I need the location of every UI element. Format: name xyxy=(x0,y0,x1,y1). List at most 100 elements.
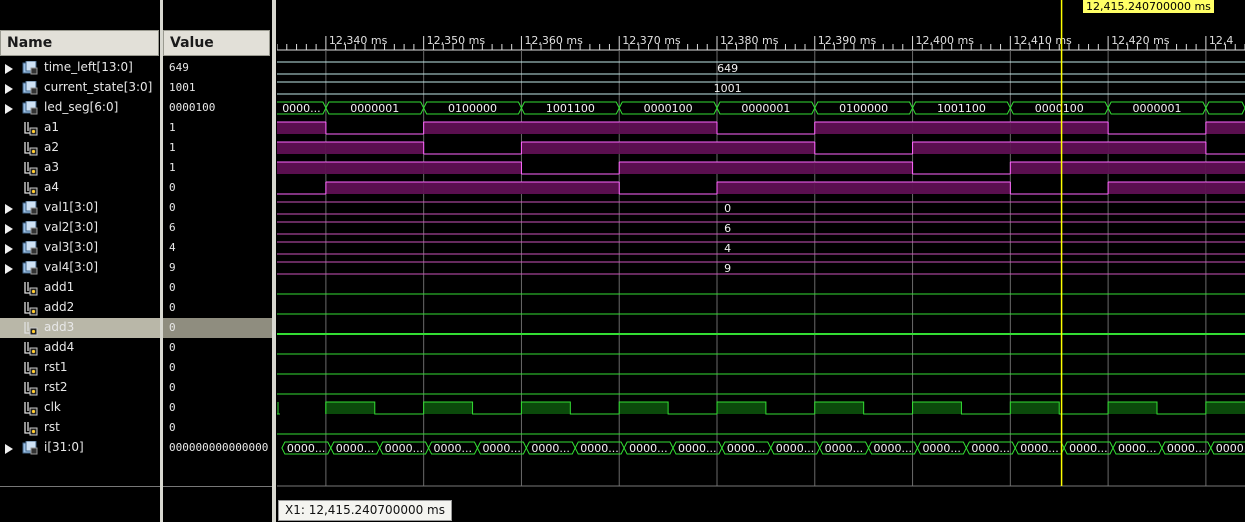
signal-value-text: 649 xyxy=(169,61,189,74)
signal-value-text: 0 xyxy=(169,201,176,214)
signal-value-text: 1 xyxy=(169,121,176,134)
bus-segment-label: 0000... xyxy=(971,442,1009,455)
bus-signal-icon xyxy=(22,241,38,255)
signal-row[interactable]: clk xyxy=(0,398,161,418)
signal-value-row[interactable]: 4 xyxy=(163,238,272,258)
signal-value-row[interactable]: 0 xyxy=(163,358,272,378)
signal-value-row[interactable]: 000000000000000 xyxy=(163,438,272,458)
signal-row[interactable]: a2 xyxy=(0,138,161,158)
time-tick-label: 12,370 ms xyxy=(622,34,681,47)
signal-value-row[interactable]: 1 xyxy=(163,118,272,138)
cursor-status-readout: X1: 12,415.240700000 ms xyxy=(278,500,452,521)
signal-row[interactable]: add4 xyxy=(0,338,161,358)
signal-value-row[interactable]: 1 xyxy=(163,158,272,178)
signal-name-label: val3[3:0] xyxy=(44,240,99,254)
bit-signal-icon xyxy=(24,162,38,176)
expand-arrow-icon[interactable] xyxy=(5,224,13,234)
signal-name-label: add2 xyxy=(44,300,75,314)
waveform-area[interactable]: 12,340 ms 12,350 ms 12,360 ms 12,370 ms 12,3… xyxy=(277,0,1245,522)
high-level-fill xyxy=(1108,162,1206,174)
signal-row[interactable]: add2 xyxy=(0,298,161,318)
signal-value-row[interactable]: 0 xyxy=(163,418,272,438)
high-level-fill xyxy=(1010,162,1109,174)
high-level-fill xyxy=(1108,142,1206,154)
value-column-header[interactable]: Value xyxy=(163,30,270,56)
high-level-fill xyxy=(521,182,620,194)
bus-value-label: 4 xyxy=(724,242,731,255)
signal-row[interactable]: add1 xyxy=(0,278,161,298)
signal-value-text: 0000100 xyxy=(169,101,216,114)
signal-row[interactable]: a3 xyxy=(0,158,161,178)
signal-row[interactable]: time_left[13:0] xyxy=(0,58,161,78)
signal-value-row[interactable]: 0 xyxy=(163,318,272,338)
signal-value-row[interactable]: 0 xyxy=(163,338,272,358)
signal-row[interactable]: rst1 xyxy=(0,358,161,378)
signal-row[interactable]: i[31:0] xyxy=(0,438,161,458)
signal-row[interactable]: val3[3:0] xyxy=(0,238,161,258)
bus-segment-label: 0000... xyxy=(287,442,325,455)
bus-signal-icon xyxy=(22,221,38,235)
high-level-fill xyxy=(717,162,815,174)
bus-segment-label: 0000... xyxy=(825,442,863,455)
high-level-fill xyxy=(423,182,522,194)
expand-arrow-icon[interactable] xyxy=(5,204,13,214)
high-level-fill xyxy=(912,122,1011,134)
signal-name-label: a3 xyxy=(44,160,59,174)
expand-arrow-icon[interactable] xyxy=(5,444,13,454)
bus-signal-icon xyxy=(22,61,38,75)
signal-name-label: add3 xyxy=(44,320,75,334)
clk-high-fill xyxy=(912,402,962,414)
signal-name-label: a4 xyxy=(44,180,59,194)
signal-row[interactable]: val2[3:0] xyxy=(0,218,161,238)
column-splitter-2[interactable] xyxy=(272,0,276,522)
bit-signal-icon xyxy=(24,302,38,316)
bus-segment-label: 0000001 xyxy=(350,102,399,115)
signal-value-row[interactable]: 0 xyxy=(163,398,272,418)
expand-arrow-icon[interactable] xyxy=(5,104,13,114)
signal-value-row[interactable]: 9 xyxy=(163,258,272,278)
signal-row[interactable]: rst xyxy=(0,418,161,438)
bus-segment-label: 0000... xyxy=(531,442,569,455)
signal-row[interactable]: val4[3:0] xyxy=(0,258,161,278)
signal-value-row[interactable]: 0 xyxy=(163,298,272,318)
bit-signal-icon xyxy=(24,322,38,336)
signal-row[interactable]: a1 xyxy=(0,118,161,138)
signal-row[interactable]: val1[3:0] xyxy=(0,198,161,218)
high-level-fill xyxy=(1010,122,1109,134)
cursor-time-label[interactable]: 12,415.240700000 ms xyxy=(1083,0,1214,13)
expand-arrow-icon[interactable] xyxy=(5,244,13,254)
signal-value-text: 1001 xyxy=(169,81,196,94)
name-column-bottom-divider xyxy=(0,486,161,487)
signal-row[interactable]: led_seg[6:0] xyxy=(0,98,161,118)
bit-signal-icon xyxy=(24,122,38,136)
expand-arrow-icon[interactable] xyxy=(5,264,13,274)
signal-row[interactable]: a4 xyxy=(0,178,161,198)
name-column-header[interactable]: Name xyxy=(0,30,159,56)
signal-value-row[interactable]: 0 xyxy=(163,378,272,398)
high-level-fill xyxy=(325,162,424,174)
bit-signal-icon xyxy=(24,362,38,376)
signal-value-text: 0 xyxy=(169,341,176,354)
high-level-fill xyxy=(1108,182,1206,194)
high-level-fill xyxy=(423,122,522,134)
signal-value-row[interactable]: 0000100 xyxy=(163,98,272,118)
bus-segment-label: 0000... xyxy=(1069,442,1107,455)
bus-signal-icon xyxy=(22,201,38,215)
signal-value-row[interactable]: 0 xyxy=(163,198,272,218)
signal-name-label: led_seg[6:0] xyxy=(44,100,119,114)
expand-arrow-icon[interactable] xyxy=(5,64,13,74)
signal-row[interactable]: rst2 xyxy=(0,378,161,398)
signal-row[interactable]: current_state[3:0] xyxy=(0,78,161,98)
signal-value-row[interactable]: 1 xyxy=(163,138,272,158)
signal-value-row[interactable]: 6 xyxy=(163,218,272,238)
expand-arrow-icon[interactable] xyxy=(5,84,13,94)
signal-row[interactable]: add3 xyxy=(0,318,161,338)
time-tick-label: 12,350 ms xyxy=(427,34,486,47)
signal-value-row[interactable]: 0 xyxy=(163,278,272,298)
signal-value-row[interactable]: 0 xyxy=(163,178,272,198)
signal-value-row[interactable]: 649 xyxy=(163,58,272,78)
high-level-fill xyxy=(717,182,815,194)
signal-value-row[interactable]: 1001 xyxy=(163,78,272,98)
bus-segment-label: 0000... xyxy=(434,442,472,455)
signal-value-text: 0 xyxy=(169,401,176,414)
